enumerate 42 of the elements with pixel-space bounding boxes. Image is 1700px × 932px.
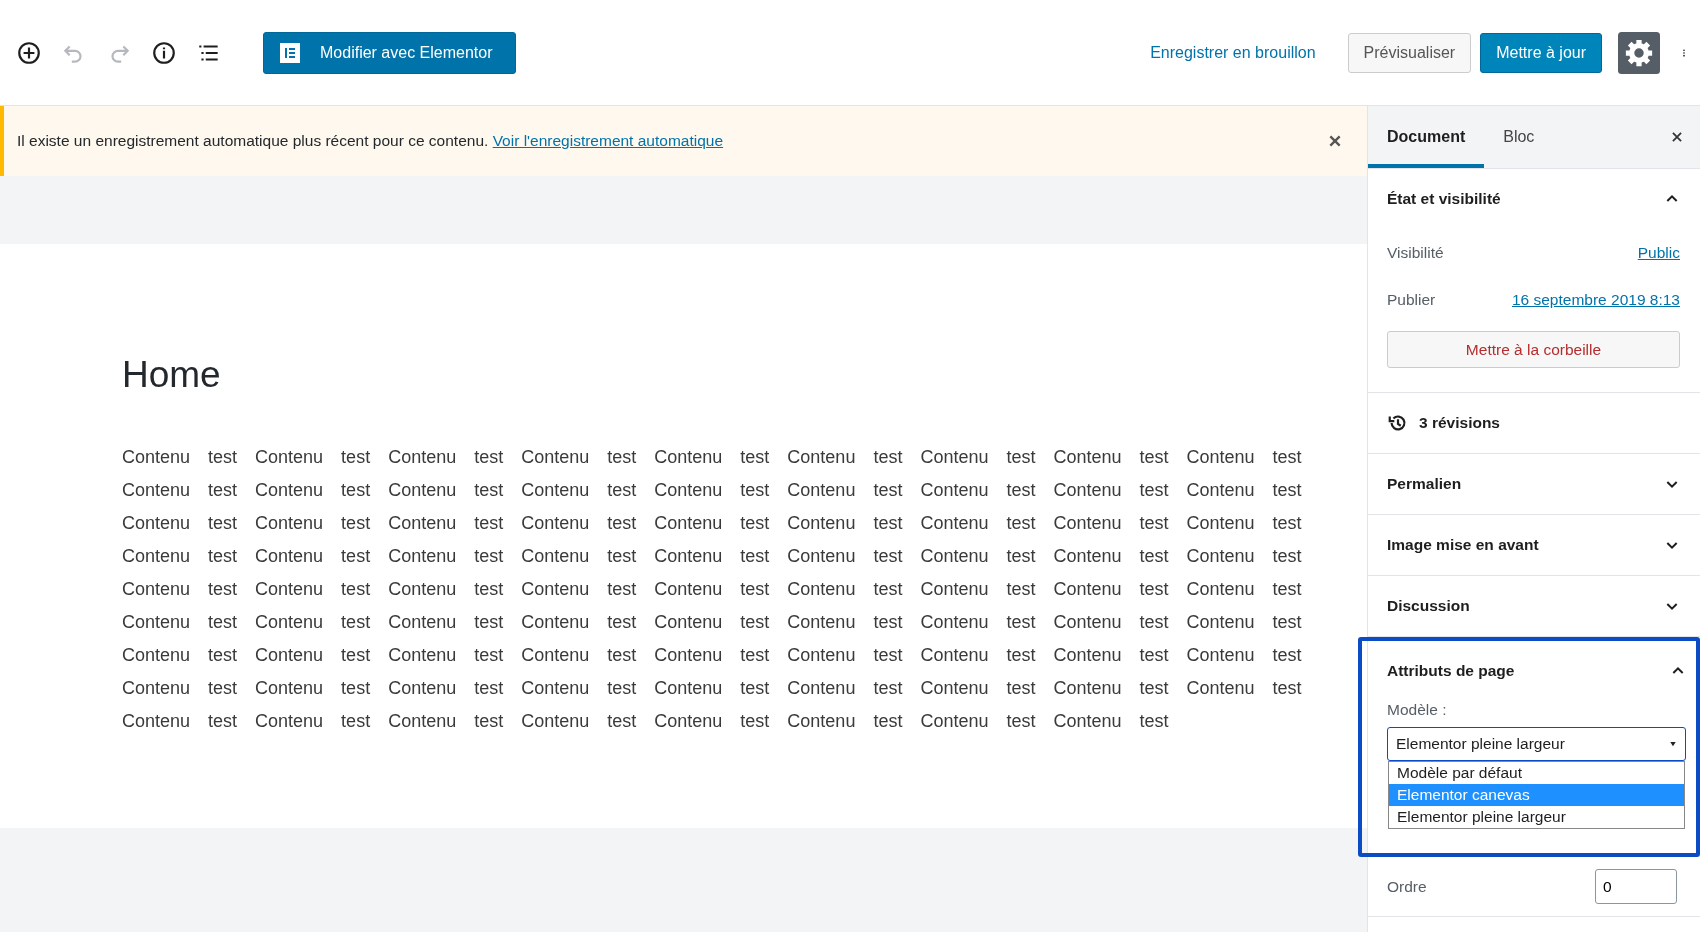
dropdown-arrow-icon — [1669, 740, 1677, 748]
panel-title[interactable]: Discussion — [1387, 597, 1470, 615]
notice-message: Il existe un enregistrement automatique plus récent pour ce contenu. Voir l'enregistrement automatique — [17, 132, 724, 150]
add-icon[interactable] — [16, 39, 42, 66]
dropdown-option[interactable]: Elementor pleine largeur — [1389, 806, 1684, 828]
post-title[interactable]: Home — [122, 354, 221, 396]
close-icon[interactable] — [1670, 130, 1684, 144]
settings-icon[interactable] — [1618, 31, 1660, 74]
paragraph-text[interactable]: Contenu test Contenu test Contenu test Contenu test Contenu test Contenu test Contenu test Contenu test Contenu test — [122, 507, 1302, 540]
logo-icon — [280, 42, 300, 63]
info-icon[interactable] — [151, 39, 177, 66]
panel-title[interactable]: État et visibilité — [1387, 190, 1501, 208]
sidebar-tab[interactable]: Bloc — [1484, 106, 1554, 168]
save-draft-link[interactable]: Enregistrer en brouillon — [1150, 43, 1316, 62]
trash-button[interactable]: Mettre à la corbeille — [1387, 331, 1680, 368]
panel-title[interactable]: Attributs de page — [1387, 662, 1515, 680]
field-label: Publier — [1387, 290, 1436, 309]
close-icon[interactable] — [1327, 133, 1343, 149]
field-value-link[interactable]: Public — [1637, 243, 1680, 262]
revisions-link[interactable]: 3 révisions — [1419, 414, 1500, 432]
panel-title[interactable]: Image mise en avant — [1387, 536, 1539, 554]
paragraph-text[interactable]: Contenu test Contenu test Contenu test Contenu test Contenu test Contenu test Contenu test Contenu test Contenu test — [122, 639, 1302, 672]
paragraph-text[interactable]: Contenu test Contenu test Contenu test Contenu test Contenu test Contenu test Contenu test Contenu test — [122, 705, 1169, 738]
paragraph-text[interactable]: Contenu test Contenu test Contenu test Contenu test Contenu test Contenu test Contenu test Contenu test Contenu test — [122, 441, 1302, 474]
dropdown-option[interactable]: Modèle par défaut — [1389, 762, 1684, 784]
sidebar-tab[interactable]: Document — [1368, 106, 1485, 168]
field-label: Ordre — [1387, 877, 1427, 896]
template-select[interactable]: Elementor pleine largeur — [1387, 727, 1686, 761]
field-value-link[interactable]: 16 septembre 2019 8:13 — [1511, 290, 1680, 309]
paragraph-text[interactable]: Contenu test Contenu test Contenu test Contenu test Contenu test Contenu test Contenu test Contenu test Contenu test — [122, 606, 1302, 639]
edit-with-elementor-button[interactable]: Modifier avec Elementor — [263, 31, 516, 74]
paragraph-text[interactable]: Contenu test Contenu test Contenu test Contenu test Contenu test Contenu test Contenu test Contenu test Contenu test — [122, 474, 1302, 507]
paragraph-text[interactable]: Contenu test Contenu test Contenu test Contenu test Contenu test Contenu test Contenu test Contenu test Contenu test — [122, 672, 1302, 705]
paragraph-text[interactable]: Contenu test Contenu test Contenu test Contenu test Contenu test Contenu test Contenu test Contenu test Contenu test — [122, 540, 1302, 573]
order-input[interactable]: 0 — [1595, 869, 1677, 904]
preview-button[interactable]: Prévisualiser — [1347, 32, 1472, 73]
autosave-link[interactable]: Voir l'enregistrement automatique — [492, 132, 724, 149]
field-label: Visibilité — [1387, 243, 1444, 262]
update-button[interactable]: Mettre à jour — [1480, 32, 1602, 73]
panel-title[interactable]: Permalien — [1387, 475, 1462, 493]
paragraph-text[interactable]: Contenu test Contenu test Contenu test Contenu test Contenu test Contenu test Contenu test Contenu test Contenu test — [122, 573, 1302, 606]
field-label: Modèle : — [1387, 701, 1448, 719]
